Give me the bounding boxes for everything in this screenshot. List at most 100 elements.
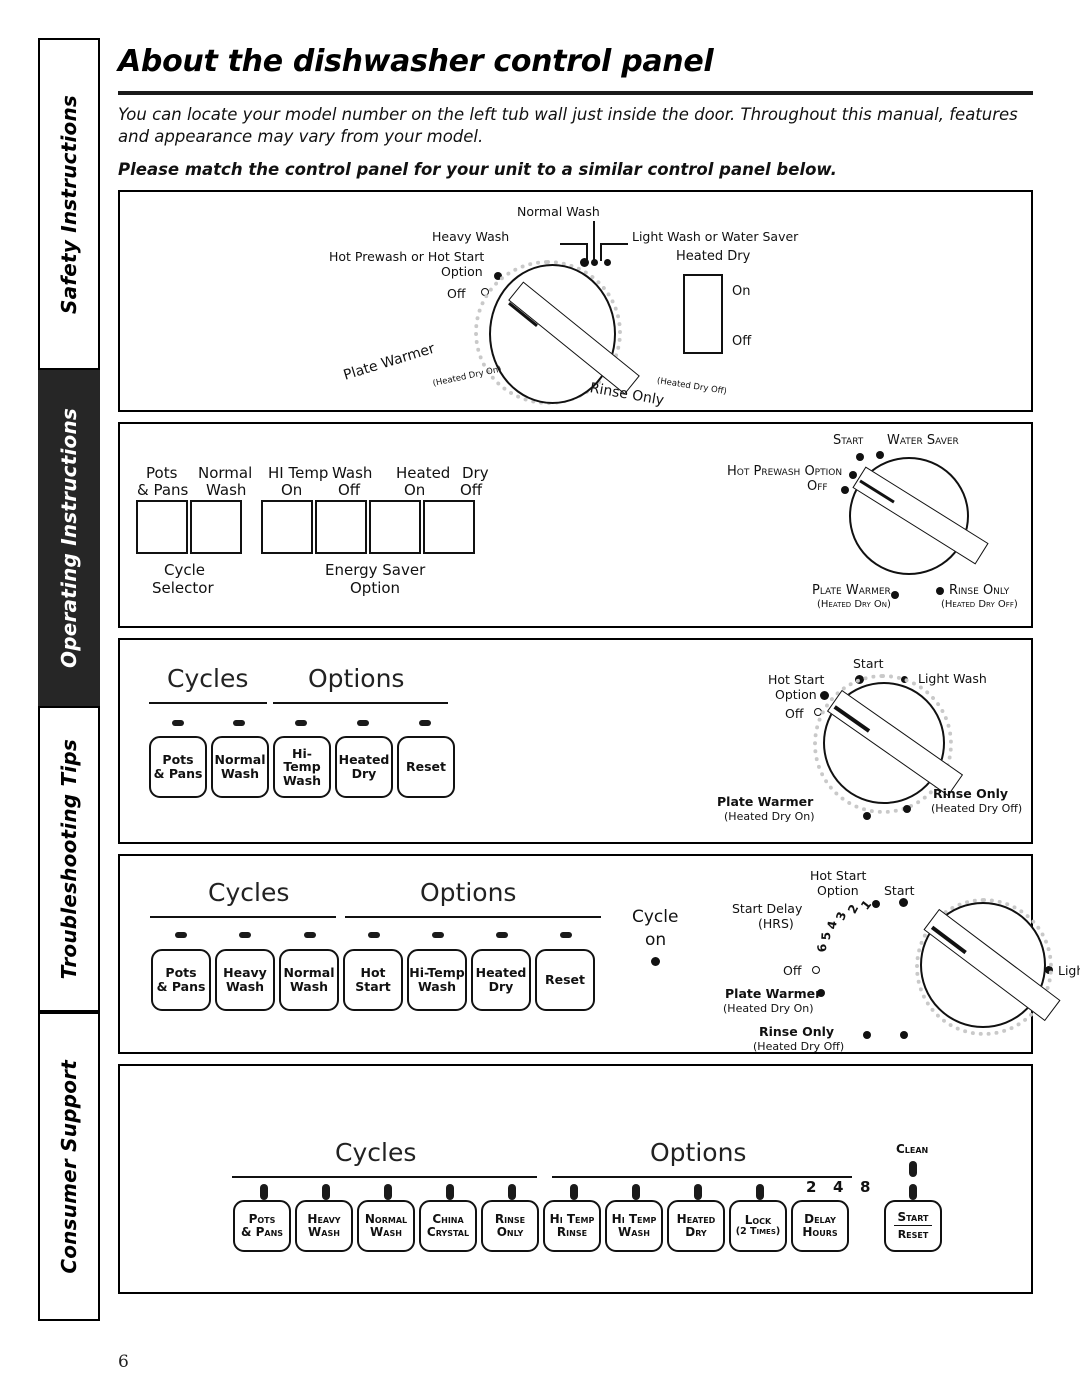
button-hi-temp-rinse-5[interactable]: Hi Temp Rinse <box>543 1199 601 1252</box>
label-heated-dry: Heated Dry <box>676 248 751 264</box>
led-reset-4 <box>560 931 572 938</box>
button-reset-3[interactable]: Reset <box>397 735 455 798</box>
led-start <box>909 1183 917 1200</box>
button-china-crystal-5[interactable]: China Crystal <box>419 1199 477 1252</box>
button-heavy-wash-4[interactable]: Heavy Wash <box>215 948 275 1011</box>
label-hot-prewash-option: Hot Prewash Option <box>727 463 843 479</box>
label-wash-off: Off <box>338 480 361 499</box>
label-plate-warmer-sub: (Heated Dry On) <box>431 364 503 389</box>
button-label-line2: Rinse <box>556 1224 588 1239</box>
button-hi-temp-wash-3[interactable]: Hi-Temp Wash <box>273 735 331 798</box>
dot-normal-wash <box>591 258 598 266</box>
button-delay-hours-5[interactable]: Delay Hours <box>791 1199 849 1252</box>
button-pots-pans-5[interactable]: Pots & Pans <box>233 1199 291 1252</box>
button-heated-dry-5[interactable]: Heated Dry <box>667 1199 725 1252</box>
label-delay-4: 4 <box>833 1177 844 1196</box>
button-heated-dry-on[interactable] <box>369 499 421 554</box>
heading-options-4: Options <box>420 877 517 907</box>
led-hi-temp-wash-3 <box>295 719 307 726</box>
dot-light-wash <box>604 258 611 266</box>
label-pots-pans-l1: Pots <box>146 463 178 482</box>
label-delay-6: 6 <box>814 942 830 953</box>
dot-rinse-only-4b <box>900 1030 908 1039</box>
button-normal-wash-3[interactable]: Normal Wash <box>211 735 269 798</box>
heated-dry-switch[interactable] <box>683 273 723 354</box>
led-heated-dry-3 <box>357 719 369 726</box>
button-hi-temp-wash-5[interactable]: Hi Temp Wash <box>605 1199 663 1252</box>
intro-instruction: Please match the control panel for your … <box>118 159 837 179</box>
dot-hot-start-3 <box>820 690 829 700</box>
label-plate-warmer-sub-4: (Heated Dry On) <box>723 1001 814 1015</box>
label-hot-start-l2-4: Option <box>817 882 859 898</box>
leader-line-light-wash <box>600 242 628 245</box>
label-energy-saver-l1: Energy Saver <box>325 560 426 579</box>
button-label-line2: Crystal <box>426 1224 470 1239</box>
control-panel-diagram-3: Cycles Options Pots & Pans Normal Wash H… <box>118 637 1033 844</box>
label-normal-wash-l1: Normal <box>198 463 253 482</box>
led-heated-dry-4 <box>496 931 508 938</box>
heading-cycles-4: Cycles <box>208 877 290 907</box>
sidebar-item-troubleshooting-tips[interactable]: Troubleshooting Tips <box>38 706 100 1012</box>
button-pots-pans-3[interactable]: Pots & Pans <box>149 735 207 798</box>
dot-water-saver <box>876 450 884 459</box>
button-hi-temp-wash-off[interactable] <box>315 499 367 554</box>
led-pots-pans-4 <box>175 931 187 938</box>
button-start-reset[interactable]: Start Reset <box>884 1199 942 1252</box>
control-panel-diagram-4: Cycles Options Pots & Pans Heavy Wash No… <box>118 853 1080 1054</box>
sidebar-item-label: Troubleshooting Tips <box>57 738 81 980</box>
button-lock-5[interactable]: Lock (2 Times) <box>729 1199 787 1252</box>
button-pots-pans[interactable] <box>136 499 188 554</box>
button-label-line1: Heated <box>338 752 390 768</box>
button-pots-pans-4[interactable]: Pots & Pans <box>151 948 211 1011</box>
label-start: Start <box>833 432 864 448</box>
button-rinse-only-5[interactable]: Rinse Only <box>481 1199 539 1252</box>
label-plate-warmer-sub-3: (Heated Dry On) <box>724 809 815 823</box>
button-label-line1: Heated <box>475 965 527 981</box>
button-label-line2: & Pans <box>156 978 206 994</box>
button-heated-dry-3[interactable]: Heated Dry <box>335 735 393 798</box>
led-hi-temp-wash-5 <box>632 1183 640 1200</box>
label-rinse-only-3: Rinse Only <box>933 785 1009 801</box>
button-label-line1: Hi-Temp <box>283 745 321 775</box>
button-label-line1: Hot <box>360 965 386 981</box>
label-heated-dry-off: Off <box>732 333 752 349</box>
dial-knob-4[interactable] <box>920 901 1061 1028</box>
button-normal-wash-5[interactable]: Normal Wash <box>357 1199 415 1252</box>
label-cycle-on-l1: Cycle <box>632 906 679 927</box>
button-label-line2: Wash <box>618 1224 650 1239</box>
label-rinse-only-sub-3: (Heated Dry Off) <box>931 801 1023 815</box>
button-hi-temp-wash-4[interactable]: Hi-Temp Wash <box>407 948 467 1011</box>
label-light-wash-water-saver: Light Wash or Water Saver <box>632 228 799 244</box>
led-hi-temp-wash-4 <box>432 931 444 938</box>
led-heavy-wash-4 <box>239 931 251 938</box>
sidebar-item-consumer-support[interactable]: Consumer Support <box>38 1012 100 1321</box>
heading-options-3: Options <box>308 663 405 693</box>
button-heated-dry-4[interactable]: Heated Dry <box>471 948 531 1011</box>
led-cycle-on <box>651 956 660 966</box>
label-heated-dry-on: On <box>732 283 751 299</box>
label-rinse-only-sub: (Heated Dry Off) <box>656 375 728 397</box>
sidebar-item-operating-instructions[interactable]: Operating Instructions <box>38 370 100 706</box>
button-label-line2: Wash <box>282 772 322 788</box>
button-normal-wash[interactable] <box>190 499 242 554</box>
button-hot-start-4[interactable]: Hot Start <box>343 948 403 1011</box>
button-heavy-wash-5[interactable]: Heavy Wash <box>295 1199 353 1252</box>
dial-knob-2[interactable] <box>849 456 989 575</box>
button-label-line2: Dry <box>488 978 514 994</box>
label-delay-3: 3 <box>833 909 850 922</box>
button-hi-temp-wash-on[interactable] <box>261 499 313 554</box>
label-hi-temp-on: On <box>281 480 303 499</box>
button-reset-4[interactable]: Reset <box>535 948 595 1011</box>
button-heated-dry-off[interactable] <box>423 499 475 554</box>
label-start-delay-l1: Start Delay <box>732 900 803 916</box>
button-normal-wash-4[interactable]: Normal Wash <box>279 948 339 1011</box>
sidebar-item-safety-instructions[interactable]: Safety Instructions <box>38 38 100 370</box>
led-normal-wash-4 <box>304 931 316 938</box>
dot-off-4 <box>812 965 820 974</box>
label-hot-prewash-option-line2: Option <box>441 263 483 279</box>
label-delay-8: 8 <box>860 1177 871 1196</box>
label-light-wash-3: Light Wash <box>918 670 987 686</box>
button-label-line1: Hi Temp <box>549 1211 595 1226</box>
dial-knob-3[interactable] <box>823 681 964 804</box>
label-clean: Clean <box>896 1141 929 1156</box>
